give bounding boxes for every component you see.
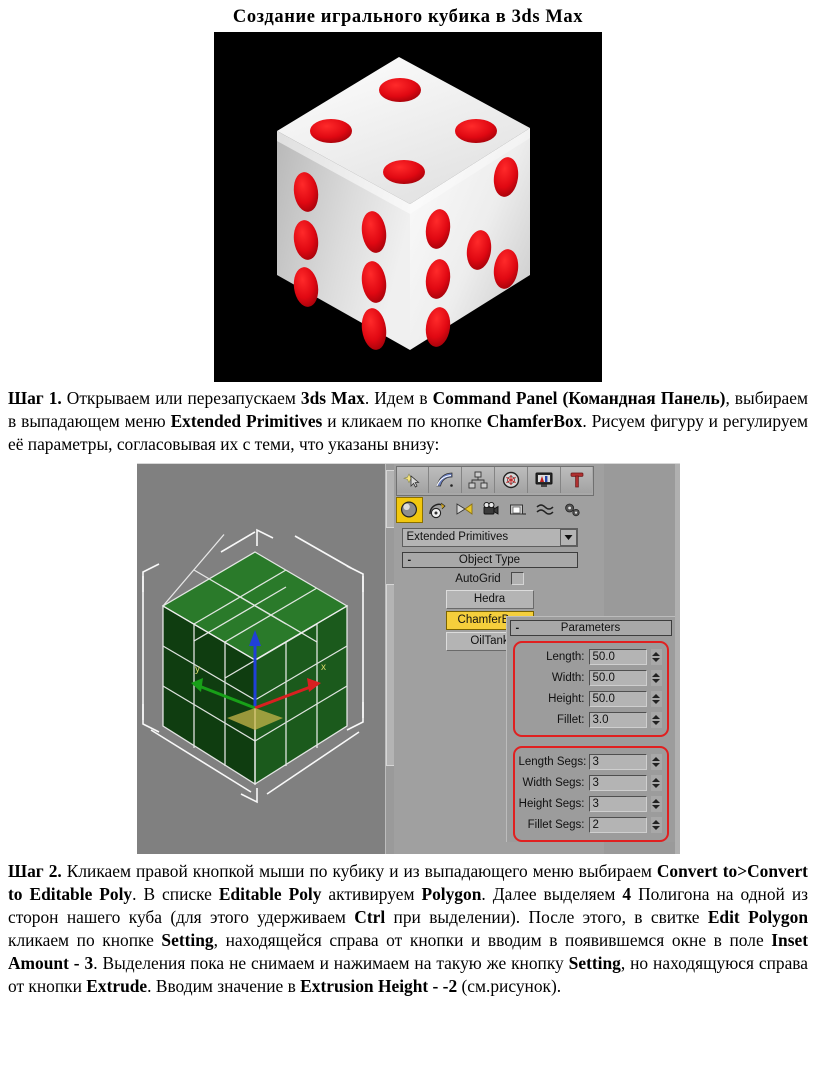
length-segs-field[interactable]: 3 — [588, 753, 647, 770]
hierarchy-tab[interactable] — [462, 466, 495, 493]
param-row-length: Length: 50.0 — [519, 647, 663, 667]
primitives-category-value: Extended Primitives — [406, 531, 509, 544]
autogrid-row: AutoGrid — [402, 570, 578, 588]
spacewarps-category[interactable] — [533, 498, 558, 522]
height-spinner[interactable] — [650, 690, 662, 707]
command-panel: Extended Primitives - Object Type AutoGr — [393, 463, 680, 854]
utilities-hammer-icon — [570, 472, 583, 487]
primitives-category-dropdown[interactable]: Extended Primitives — [401, 527, 578, 547]
param-row-fillet: Fillet: 3.0 — [519, 710, 663, 730]
command-panel-tabs — [395, 465, 594, 496]
step-2-paragraph: Шаг 2. Кликаем правой кнопкой мыши по ку… — [8, 860, 808, 999]
length-label: Length: — [546, 650, 585, 663]
display-tab[interactable] — [527, 466, 561, 493]
create-arrow-icon — [403, 472, 421, 488]
display-monitor-icon — [535, 472, 553, 487]
param-row-width-segs: Width Segs: 3 — [519, 773, 663, 793]
step-1-label: Шаг 1. — [8, 388, 62, 409]
fillet-label: Fillet: — [557, 713, 585, 726]
height-label: Height: — [548, 692, 585, 705]
parameters-rollout: - Parameters Length: 50.0 Width: 50.0 He… — [505, 615, 675, 842]
param-row-width: Width: 50.0 — [519, 668, 663, 688]
parameters-header[interactable]: - Parameters — [509, 619, 672, 636]
step-2-label: Шаг 2. — [8, 860, 62, 881]
parameters-title: Parameters — [560, 621, 621, 634]
motion-wheel-icon — [502, 471, 520, 488]
document-page: Создание игрального кубика в 3ds Max Шаг… — [0, 6, 816, 1070]
length-segs-label: Length Segs: — [518, 755, 587, 768]
dimensions-highlight-box: Length: 50.0 Width: 50.0 Height: 50.0 Fi… — [512, 640, 669, 737]
helpers-icon — [510, 504, 526, 515]
gears-icon — [565, 503, 580, 517]
modify-tab[interactable] — [429, 466, 463, 493]
height-segs-field[interactable]: 3 — [588, 795, 647, 812]
helpers-category[interactable] — [506, 498, 531, 522]
chevron-down-glyph — [564, 534, 572, 540]
width-segs-field[interactable]: 3 — [588, 774, 647, 791]
wave-icon — [536, 504, 554, 515]
sphere-icon — [400, 501, 418, 518]
fillet-segs-spinner[interactable] — [650, 816, 662, 833]
fillet-segs-label: Fillet Segs: — [527, 818, 585, 831]
segments-highlight-box: Length Segs: 3 Width Segs: 3 Height Segs… — [512, 745, 669, 842]
object-button-hedra[interactable]: Hedra — [445, 589, 534, 609]
modify-curve-icon — [436, 472, 454, 487]
systems-category[interactable] — [560, 498, 585, 522]
geometry-category[interactable] — [395, 496, 423, 523]
utilities-tab[interactable] — [560, 466, 593, 493]
dice-illustration — [214, 32, 602, 383]
param-row-length-segs: Length Segs: 3 — [519, 752, 663, 772]
width-label: Width: — [551, 671, 585, 684]
param-row-height-segs: Height Segs: 3 — [519, 794, 663, 814]
param-row-fillet-segs: Fillet Segs: 2 — [519, 815, 663, 835]
command-panel-scrollbar[interactable] — [674, 463, 680, 854]
create-tab[interactable] — [396, 466, 430, 493]
width-field[interactable]: 50.0 — [588, 669, 647, 686]
light-icon — [456, 503, 473, 515]
width-spinner[interactable] — [650, 669, 662, 686]
step-2-body: Кликаем правой кнопкой мыши по кубику и … — [8, 860, 809, 997]
shapes-icon — [429, 502, 446, 519]
lights-category[interactable] — [452, 498, 477, 522]
step-1-paragraph: Шаг 1. Открываем или перезапускаем 3ds M… — [8, 387, 808, 456]
object-type-header[interactable]: - Object Type — [401, 551, 578, 568]
param-row-height: Height: 50.0 — [519, 689, 663, 709]
motion-tab[interactable] — [494, 466, 528, 493]
gizmo-label-y: y — [195, 664, 200, 675]
shapes-category[interactable] — [425, 498, 450, 522]
height-segs-spinner[interactable] — [650, 795, 662, 812]
camera-icon — [483, 502, 499, 515]
fillet-field[interactable]: 3.0 — [588, 711, 647, 728]
step-1-body: Открываем или перезапускаем 3ds Max. Иде… — [8, 388, 809, 455]
height-segs-label: Height Segs: — [518, 797, 585, 810]
object-type-title: Object Type — [458, 553, 521, 566]
autogrid-checkbox[interactable] — [510, 572, 524, 586]
length-field[interactable]: 50.0 — [588, 648, 647, 665]
command-panel-categories — [395, 496, 596, 523]
length-spinner[interactable] — [650, 648, 662, 665]
autogrid-label: AutoGrid — [455, 572, 501, 585]
dice-render-image — [214, 32, 602, 383]
length-segs-spinner[interactable] — [650, 753, 662, 770]
height-field[interactable]: 50.0 — [588, 690, 647, 707]
page-title: Создание игрального кубика в 3ds Max — [232, 7, 584, 27]
hierarchy-tree-icon — [468, 471, 488, 489]
viewport-canvas: y x — [136, 463, 385, 854]
width-segs-spinner[interactable] — [650, 774, 662, 791]
chevron-down-icon[interactable] — [559, 528, 577, 546]
fillet-spinner[interactable] — [650, 711, 662, 728]
fillet-segs-field[interactable]: 2 — [588, 816, 647, 833]
3ds-max-screenshot: y x Extended Primitives - Object Type Au… — [136, 462, 680, 854]
width-segs-label: Width Segs: — [522, 776, 585, 789]
cameras-category[interactable] — [479, 498, 504, 522]
perspective-viewport[interactable]: y x — [136, 463, 385, 854]
gizmo-label-x: x — [321, 662, 326, 673]
